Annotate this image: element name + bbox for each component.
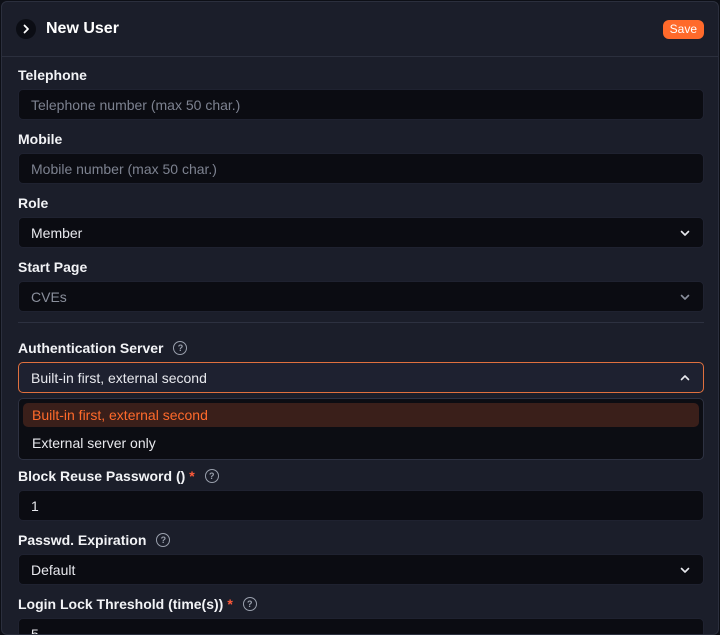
role-label: Role xyxy=(18,195,49,211)
auth-server-label: Authentication Server ? xyxy=(18,340,188,356)
auth-server-select[interactable]: Built-in first, external second xyxy=(18,362,704,393)
required-marker: * xyxy=(227,596,233,612)
chevron-right-icon xyxy=(23,24,29,34)
block-reuse-input[interactable]: 1 xyxy=(18,490,704,521)
mobile-input[interactable]: Mobile number (max 50 char.) xyxy=(18,153,704,184)
required-marker: * xyxy=(189,468,195,484)
panel-header: New User Save xyxy=(2,2,718,57)
section-divider xyxy=(18,322,704,323)
chevron-down-icon xyxy=(679,564,691,576)
chevron-up-icon xyxy=(679,372,691,384)
dropdown-option-external-only[interactable]: External server only xyxy=(23,431,699,455)
help-circle-icon[interactable]: ? xyxy=(156,533,171,547)
save-button[interactable]: Save xyxy=(662,19,704,39)
dropdown-option-builtin-first[interactable]: Built-in first, external second xyxy=(23,403,699,427)
start-page-select[interactable]: CVEs xyxy=(18,281,704,312)
help-circle-icon[interactable]: ? xyxy=(242,597,257,611)
chevron-down-icon xyxy=(679,227,691,239)
page-title: New User xyxy=(46,20,119,37)
chevron-down-icon xyxy=(679,291,691,303)
telephone-input[interactable]: Telephone number (max 50 char.) xyxy=(18,89,704,120)
collapse-button[interactable] xyxy=(16,19,36,39)
new-user-panel: New User Save Telephone Telephone number… xyxy=(1,1,719,635)
login-lock-input[interactable]: 5 xyxy=(18,618,704,634)
help-circle-icon[interactable]: ? xyxy=(173,341,188,355)
telephone-label: Telephone xyxy=(18,67,87,83)
mobile-label: Mobile xyxy=(18,131,63,147)
help-circle-icon[interactable]: ? xyxy=(204,469,219,483)
login-lock-label: Login Lock Threshold (time(s)) * ? xyxy=(18,596,257,612)
role-select[interactable]: Member xyxy=(18,217,704,248)
passwd-expiration-select[interactable]: Default xyxy=(18,554,704,585)
auth-server-dropdown: Built-in first, external second External… xyxy=(18,398,704,460)
passwd-expiration-label: Passwd. Expiration ? xyxy=(18,532,171,548)
start-page-label: Start Page xyxy=(18,259,88,275)
block-reuse-label: Block Reuse Password () * ? xyxy=(18,468,219,484)
